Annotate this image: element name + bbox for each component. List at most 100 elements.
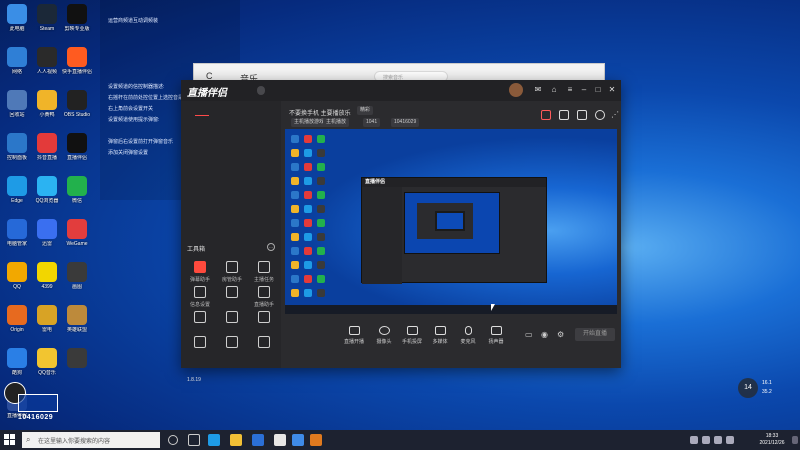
chip-0[interactable]: 主机播放游戏: [291, 118, 328, 127]
desktop-icon[interactable]: OBS Studio: [62, 90, 92, 118]
tool-button[interactable]: [185, 311, 215, 326]
desktop-icon[interactable]: 电脑管家: [2, 219, 32, 247]
desktop-icon[interactable]: 画图: [62, 262, 92, 290]
live-companion-window[interactable]: 直播伴侣 ✉ ⌂ ≡ – □ ✕ 工具箱 … 弹幕助手 房管助手 主播任务 信息设置直…: [181, 80, 621, 383]
menu-icon[interactable]: ≡: [565, 85, 575, 95]
desktop-icon[interactable]: Origin: [2, 305, 32, 333]
desktop-icon[interactable]: WeGame: [62, 219, 92, 247]
more-icon[interactable]: …: [267, 243, 275, 251]
notification-icon[interactable]: [792, 436, 798, 444]
category-chip[interactable]: 精彩: [357, 106, 374, 115]
preview-desktop-icon: [291, 219, 299, 227]
chart-icon[interactable]: [577, 110, 587, 120]
desktop-icon[interactable]: 剪映专业版: [62, 4, 92, 32]
mouse-cursor-icon: [491, 304, 495, 311]
notepad-line: 弹窗后右设置前打开弹窗音乐: [108, 139, 174, 145]
desktop-icon[interactable]: 直播伴侣: [62, 133, 92, 161]
store-icon[interactable]: [252, 434, 264, 446]
version-badge[interactable]: [257, 86, 265, 95]
start-live-button[interactable]: 开始直播: [575, 328, 615, 341]
desktop-icon[interactable]: 网络: [2, 47, 32, 75]
desktop-icon[interactable]: 迅雷: [32, 219, 62, 247]
preview-desktop-icon: [304, 135, 312, 143]
app-icon[interactable]: [274, 434, 286, 446]
desktop-icon[interactable]: 抖音直播: [32, 133, 62, 161]
desktop-icon[interactable]: 人人视频: [32, 47, 62, 75]
desktop-icon[interactable]: 回收站: [2, 90, 32, 118]
bag-icon[interactable]: [559, 110, 569, 120]
cortana-icon[interactable]: [168, 435, 178, 445]
desktop-icon[interactable]: [62, 348, 92, 370]
desktop-icon[interactable]: QQ: [2, 262, 32, 290]
tool-button[interactable]: [249, 336, 279, 351]
desktop-icon[interactable]: 快手直播伴侣: [62, 47, 92, 75]
tool-button[interactable]: [217, 311, 247, 326]
tool-button[interactable]: 直播助手: [249, 286, 279, 308]
tool-icon: [226, 261, 238, 273]
clock[interactable]: 18:33 2021/12/26: [752, 433, 792, 447]
title-bar[interactable]: 直播伴侣 ✉ ⌂ ≡ – □ ✕: [181, 80, 621, 101]
desktop-icon[interactable]: 英雄联盟: [62, 305, 92, 333]
edge-icon[interactable]: [208, 434, 220, 446]
tool-button[interactable]: [185, 336, 215, 351]
desktop-icon[interactable]: 小黄鸭: [32, 90, 62, 118]
minimize-icon[interactable]: –: [579, 85, 589, 95]
share-icon[interactable]: ⋰: [611, 110, 621, 120]
chip-1[interactable]: 主机播放: [323, 118, 350, 127]
desktop-icon[interactable]: QQ浏览器: [32, 176, 62, 204]
desktop-icon[interactable]: Edge: [2, 176, 32, 204]
preview-desktop-icon: [317, 149, 325, 157]
app-icon: [67, 47, 87, 67]
eye-icon[interactable]: ◉: [541, 330, 548, 339]
maximize-icon[interactable]: □: [593, 85, 603, 95]
desktop-icon[interactable]: Steam: [32, 4, 62, 32]
speaker-button[interactable]: 扬声器: [483, 326, 509, 345]
avatar[interactable]: [509, 83, 523, 97]
companion-taskbar-icon[interactable]: [310, 434, 322, 446]
desktop-icon[interactable]: 4399: [32, 262, 62, 290]
qq-browser-icon[interactable]: [292, 434, 304, 446]
file-explorer-icon[interactable]: [230, 434, 242, 446]
camera-button[interactable]: 摄像头: [371, 326, 397, 345]
tool-button[interactable]: 信息设置: [185, 286, 215, 308]
record-icon[interactable]: ▭: [525, 330, 533, 339]
tool-button[interactable]: 主播任务: [249, 261, 279, 283]
screen-capture-button[interactable]: 直播开播: [341, 326, 367, 345]
microphone-button[interactable]: 麦克风: [455, 326, 481, 345]
tool-button[interactable]: [217, 336, 247, 351]
network-icon[interactable]: [702, 436, 710, 444]
tool-button[interactable]: 房管助手: [217, 261, 247, 283]
app-icon: [37, 133, 57, 153]
desktop-icon[interactable]: 微信: [62, 176, 92, 204]
task-view-icon[interactable]: [188, 434, 200, 446]
ime-icon[interactable]: [726, 436, 734, 444]
gear-icon[interactable]: ⚙: [557, 330, 564, 339]
taskbar-search-input[interactable]: ⌕ 在这里输入你要搜索的内容: [22, 432, 160, 448]
shirt-icon[interactable]: ⌂: [549, 85, 559, 95]
desktop-icon[interactable]: 酷狗: [2, 348, 32, 376]
tool-button[interactable]: 弹幕助手: [185, 261, 215, 283]
notepad-line: 设置频道使用提示弹窗:: [108, 117, 160, 123]
tool-icon: [226, 286, 238, 298]
app-icon: [37, 305, 57, 325]
desktop-icon[interactable]: 雷电: [32, 305, 62, 333]
tray-chevron-icon[interactable]: [690, 436, 698, 444]
volume-icon[interactable]: [714, 436, 722, 444]
weather-widget[interactable]: 14 16.1 35.2: [738, 378, 790, 398]
mail-icon[interactable]: ✉: [533, 85, 543, 95]
desktop-icon[interactable]: QQ音乐: [32, 348, 62, 376]
tool-button[interactable]: [217, 286, 247, 301]
desktop-icon[interactable]: 此电脑: [2, 4, 32, 32]
gift-icon[interactable]: [541, 110, 551, 120]
tool-button[interactable]: [249, 311, 279, 326]
phone-cast-button[interactable]: 手机投屏: [399, 326, 425, 345]
media-button[interactable]: 多媒体: [427, 326, 453, 345]
stream-title[interactable]: 不要换手机 主要播放乐: [289, 108, 351, 117]
desktop-icon[interactable]: 控制面板: [2, 133, 32, 161]
desktop-icon-label: 雷电: [41, 327, 52, 333]
close-icon[interactable]: ✕: [607, 85, 617, 95]
windows-start-icon[interactable]: [4, 434, 16, 446]
stream-preview[interactable]: 直播伴侣: [285, 129, 617, 314]
settings-icon[interactable]: [595, 110, 605, 120]
desktop-icon-label: 英雄联盟: [66, 327, 87, 333]
